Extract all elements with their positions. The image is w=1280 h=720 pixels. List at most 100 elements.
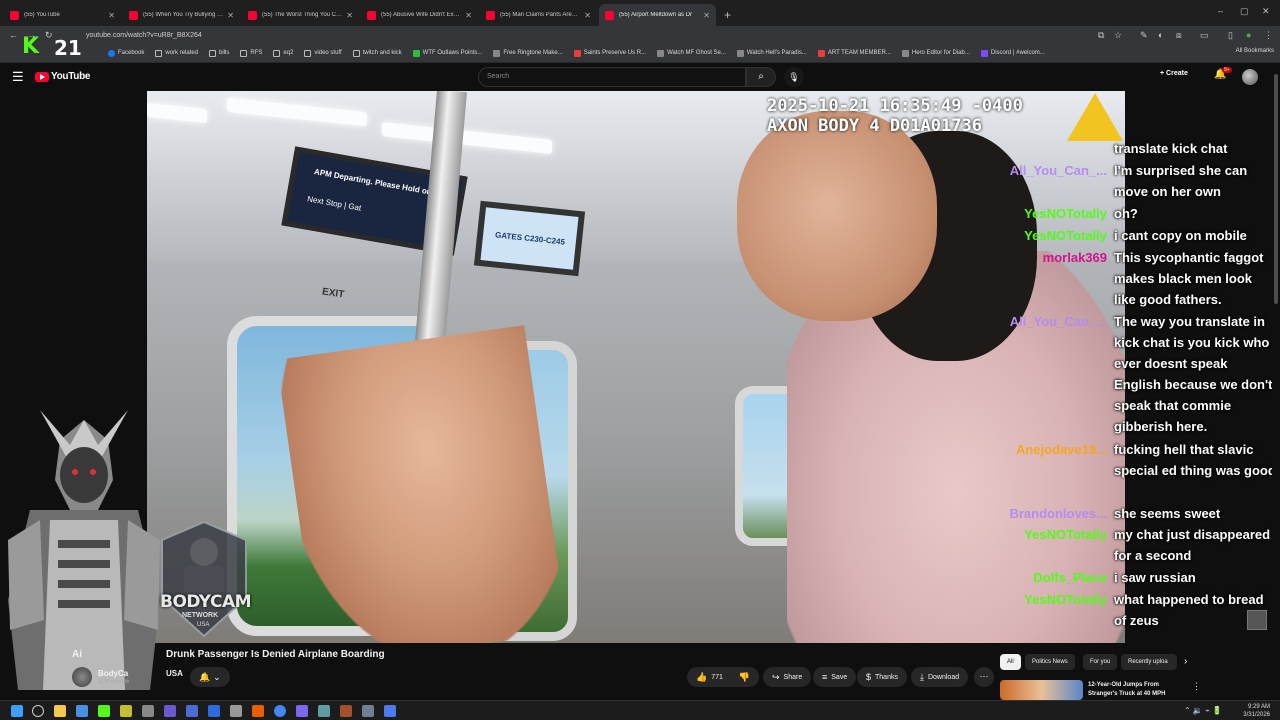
recommended-video-title[interactable]: 12-Year-Old Jumps From Stranger's Truck … <box>1088 681 1188 699</box>
app-icon[interactable] <box>164 705 176 717</box>
thumbs-up-icon[interactable]: 👍 <box>696 672 707 683</box>
chevron-right-icon[interactable]: › <box>1184 656 1187 667</box>
app-icon[interactable] <box>362 705 374 717</box>
bookmark-item[interactable]: Discord | #welcom... <box>980 49 1045 57</box>
scrollbar[interactable] <box>1272 64 1280 700</box>
close-tab-icon[interactable]: ✕ <box>703 11 710 20</box>
channel-name[interactable]: BodyCa <box>98 669 128 678</box>
close-tab-icon[interactable]: ✕ <box>346 11 353 20</box>
back-icon[interactable]: ← <box>9 30 18 40</box>
more-actions-icon[interactable]: ⋯ <box>974 667 994 687</box>
url-field[interactable]: youtube.com/watch?v=uR8r_B8X264 <box>86 29 1086 42</box>
chat-username[interactable]: Anejodave19... <box>1000 439 1107 460</box>
sidebar-icon[interactable]: ▯ <box>1228 30 1233 41</box>
mail-icon[interactable] <box>76 705 88 717</box>
bookmark-folder[interactable]: RFS <box>240 49 262 57</box>
app-icon[interactable] <box>120 705 132 717</box>
bookmark-folder[interactable]: bills <box>209 49 229 57</box>
bookmark-folder[interactable]: twitch and kick <box>352 49 402 57</box>
bookmark-folder[interactable]: video stuff <box>304 49 342 57</box>
app-icon[interactable] <box>296 705 308 717</box>
chat-username[interactable]: YesNOTotally <box>1000 589 1107 610</box>
extension-icon[interactable]: ✎ <box>1140 30 1148 41</box>
microphone-icon[interactable]: 🎙 <box>784 67 804 87</box>
file-explorer-icon[interactable] <box>54 705 66 717</box>
chat-username[interactable]: YesNOTotally <box>1000 225 1107 246</box>
recommended-video-thumbnail[interactable] <box>1000 680 1083 700</box>
save-button[interactable]: ≡ Save <box>813 667 857 687</box>
channel-avatar[interactable] <box>72 667 92 687</box>
bookmark-folder[interactable]: work related <box>155 49 198 57</box>
system-tray[interactable]: ⌃ 🔉 ⌁ 🔋 <box>1184 706 1222 715</box>
taskbar-clock[interactable]: 9:29 AM 3/31/2026 <box>1243 703 1270 719</box>
browser-tab[interactable]: (55) When You Try Bullying The ✕ <box>123 4 240 26</box>
minimize-icon[interactable]: – <box>1218 6 1223 16</box>
chat-username[interactable]: Brandonloves... <box>1000 503 1107 524</box>
chat-username[interactable]: YesNOTotally <box>1000 524 1107 545</box>
scroll-thumb[interactable] <box>1274 74 1278 304</box>
chat-username[interactable]: Dolfs_Place <box>1000 567 1107 588</box>
bookmark-item[interactable]: Watch MF Ghost Se... <box>657 49 726 57</box>
chrome-icon[interactable] <box>274 705 286 717</box>
app-icon[interactable] <box>142 705 154 717</box>
search-icon[interactable]: ⌕ <box>746 67 776 87</box>
app-icon[interactable] <box>186 705 198 717</box>
windows-start-icon[interactable] <box>11 705 23 717</box>
bookmark-item[interactable]: Free Ringtone Make... <box>493 49 563 57</box>
chip-all[interactable]: All <box>1000 654 1021 670</box>
bookmark-star-icon[interactable]: ☆ <box>1114 30 1122 41</box>
video-player[interactable]: APM Departing. Please Hold on Next Stop … <box>147 91 1125 643</box>
avatar[interactable] <box>1242 69 1258 85</box>
browser-tab-active[interactable]: (55) Airport Meltdown as Dr ✕ <box>599 4 716 26</box>
profile-icon[interactable]: ● <box>1246 30 1251 40</box>
app-icon[interactable] <box>208 705 220 717</box>
bookmark-item[interactable]: WTF Outlaws Points... <box>412 49 482 57</box>
close-tab-icon[interactable]: ✕ <box>227 11 234 20</box>
close-tab-icon[interactable]: ✕ <box>465 11 472 20</box>
settings-gear-icon[interactable] <box>384 705 396 717</box>
browser-tab[interactable]: (55) Abusive Wife Didn't Expect ✕ <box>361 4 478 26</box>
bookmark-item[interactable]: Facebook <box>108 49 144 57</box>
thumbs-down-icon[interactable]: 👎 <box>739 672 750 683</box>
chip-politics-news[interactable]: Politics News <box>1025 654 1075 670</box>
chip-recently-uploaded[interactable]: Recently uploa <box>1121 654 1177 670</box>
install-icon[interactable]: ⧉ <box>1098 30 1104 41</box>
tab-search-icon[interactable]: ▭ <box>1200 30 1209 41</box>
firefox-icon[interactable] <box>252 705 264 717</box>
browser-menu-icon[interactable]: ⋮ <box>1264 30 1273 41</box>
browser-tab[interactable]: (55) YouTube ✕ <box>4 4 121 26</box>
search-input[interactable]: Search <box>478 67 746 87</box>
close-window-icon[interactable]: ✕ <box>1262 6 1270 17</box>
close-tab-icon[interactable]: ✕ <box>584 11 591 20</box>
app-icon[interactable] <box>340 705 352 717</box>
chat-username[interactable]: All_You_Can_... <box>1000 160 1107 181</box>
maximize-icon[interactable]: ▢ <box>1240 6 1249 17</box>
chat-username[interactable]: YesNOTotally <box>1000 203 1107 224</box>
reload-icon[interactable]: ↻ <box>45 30 53 41</box>
create-button[interactable]: + Create <box>1160 70 1188 77</box>
chip-for-you[interactable]: For you <box>1083 654 1118 670</box>
extension-icon[interactable]: ◐ <box>1158 30 1163 40</box>
bookmark-item[interactable]: ART TEAM MEMBER... <box>817 49 891 57</box>
browser-tab[interactable]: (55) Man Claims Pants Aren't H ✕ <box>480 4 597 26</box>
close-tab-icon[interactable]: ✕ <box>108 11 115 20</box>
chat-username[interactable]: morlak369 <box>1000 247 1107 268</box>
like-dislike-button[interactable]: 👍 771 👎 <box>687 667 759 687</box>
search-icon[interactable] <box>32 705 44 717</box>
download-button[interactable]: ⤓ Download <box>911 667 969 687</box>
chat-username[interactable]: All_You_Can_... <box>1000 311 1107 332</box>
share-button[interactable]: ↪ Share <box>763 667 812 687</box>
app-icon[interactable] <box>230 705 242 717</box>
hamburger-menu-icon[interactable]: ☰ <box>12 69 24 85</box>
bookmark-item[interactable]: Watch Hell's Paradis... <box>736 49 807 57</box>
thanks-button[interactable]: $ Thanks <box>857 667 907 687</box>
youtube-logo[interactable]: YouTube <box>35 71 91 82</box>
app-icon[interactable] <box>318 705 330 717</box>
new-tab-icon[interactable]: + <box>724 8 731 22</box>
subscription-bell-button[interactable]: 🔔 ⌄ <box>190 667 230 687</box>
kick-app-icon[interactable] <box>98 705 110 717</box>
extensions-puzzle-icon[interactable]: ⧈ <box>1176 30 1182 41</box>
bookmark-item[interactable]: Hero Editor for Diab... <box>901 49 970 57</box>
all-bookmarks-button[interactable]: All Bookmarks <box>1236 48 1274 54</box>
bookmark-item[interactable]: Saints Preserve Us R... <box>573 49 646 57</box>
